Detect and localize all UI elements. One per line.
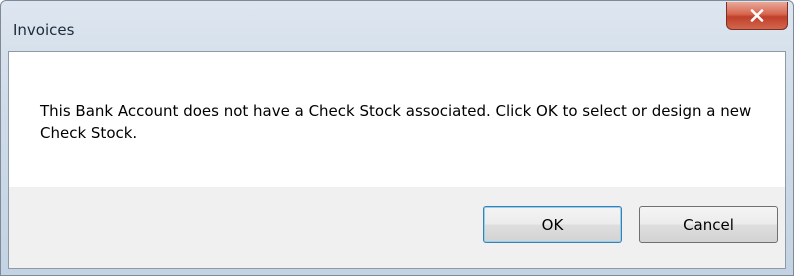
button-bar: OK Cancel <box>9 187 785 268</box>
title-bar[interactable]: Invoices <box>1 1 793 41</box>
ok-button[interactable]: OK <box>483 206 622 243</box>
dialog-content: This Bank Account does not have a Check … <box>8 51 786 269</box>
message-text: This Bank Account does not have a Check … <box>40 102 752 142</box>
cancel-button[interactable]: Cancel <box>639 206 778 243</box>
window-title: Invoices <box>13 21 75 39</box>
dialog-window: Invoices This Bank Account does not have… <box>0 0 794 276</box>
close-button[interactable] <box>726 2 788 30</box>
close-icon <box>750 9 764 22</box>
message-panel: This Bank Account does not have a Check … <box>9 52 785 187</box>
